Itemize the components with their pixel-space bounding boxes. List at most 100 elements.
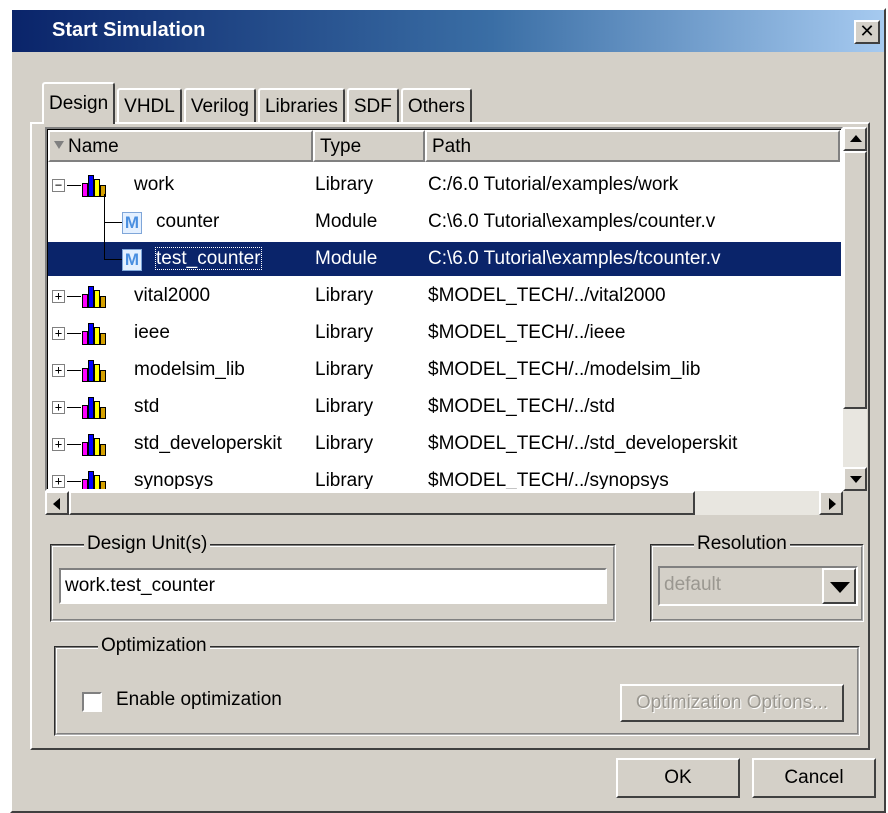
library-icon (82, 469, 108, 489)
resolution-legend: Resolution (694, 532, 790, 556)
tree-row-name-cell: ieee (134, 316, 170, 350)
tree-row-type: Library (315, 433, 374, 454)
design-units-legend: Design Unit(s) (84, 532, 211, 556)
design-tab-page: Name Type Path − work Library C:/6.0 Tutori… (30, 122, 870, 750)
horizontal-scroll-thumb[interactable] (69, 491, 695, 515)
tree-header: Name Type Path (48, 130, 840, 162)
chevron-down-icon (830, 582, 850, 593)
arrow-up-icon (850, 135, 862, 142)
expand-icon[interactable]: + (52, 475, 65, 488)
expand-icon[interactable]: + (52, 327, 65, 340)
tree-row-name-cell: work (134, 168, 174, 202)
tree-row[interactable]: Mtest_counter Module C:\6.0 Tutorial\examp… (48, 238, 841, 276)
column-header-path[interactable]: Path (425, 130, 840, 162)
expand-icon[interactable]: + (52, 364, 65, 377)
tree-row[interactable]: Mcounter Module C:\6.0 Tutorial\examples/c… (48, 205, 841, 239)
library-icon (82, 358, 108, 382)
tree-row-type: Library (315, 285, 374, 306)
tree-row-name: std_developerskit (134, 433, 282, 454)
tree-row-name: vital2000 (134, 285, 211, 306)
design-units-group: Design Unit(s) work.test_counter (50, 532, 616, 622)
tree-row-name-cell: vital2000 (134, 279, 210, 313)
tree-row-path: $MODEL_TECH/../synopsys (428, 470, 669, 489)
ok-button[interactable]: OK (616, 758, 740, 798)
tree-row-path: C:\6.0 Tutorial\examples/tcounter.v (428, 248, 721, 269)
close-icon: ✕ (859, 21, 875, 41)
tree-row-type: Module (315, 248, 378, 269)
tree-row-path: $MODEL_TECH/../ieee (428, 322, 626, 343)
dialog-title: Start Simulation (52, 19, 206, 41)
tree-row[interactable]: + vital2000 Library $MODEL_TECH/../vital200… (48, 279, 841, 313)
expand-icon[interactable]: + (52, 401, 65, 414)
scroll-left-button[interactable] (45, 491, 69, 515)
cancel-button[interactable]: Cancel (752, 758, 876, 798)
library-icon (82, 395, 108, 419)
tab-design[interactable]: Design (42, 82, 116, 124)
scroll-up-button[interactable] (843, 127, 867, 151)
tree-row-name: modelsim_lib (134, 359, 245, 380)
tree-row[interactable]: + modelsim_lib Library $MODEL_TECH/../model… (48, 353, 841, 387)
scroll-right-button[interactable] (819, 491, 843, 515)
vertical-scrollbar[interactable] (843, 127, 867, 491)
tree-row-path: $MODEL_TECH/../std (428, 396, 615, 417)
tab-sdf[interactable]: SDF (346, 88, 399, 124)
tree-row[interactable]: + ieee Library $MODEL_TECH/../ieee (48, 316, 841, 350)
tab-libraries[interactable]: Libraries (257, 88, 345, 124)
expand-icon[interactable]: + (52, 438, 65, 451)
tree-row-path: C:/6.0 Tutorial/examples/work (428, 174, 679, 195)
library-icon (82, 432, 108, 456)
optimization-options-button[interactable]: Optimization Options... (620, 684, 844, 722)
tree-row-path: $MODEL_TECH/../modelsim_lib (428, 359, 701, 380)
vertical-scroll-thumb[interactable] (843, 151, 867, 409)
tab-verilog[interactable]: Verilog (183, 88, 256, 124)
tree-row-name: std (134, 396, 160, 417)
tree-row-type: Library (315, 359, 374, 380)
scroll-down-button[interactable] (843, 467, 867, 491)
tab-strip: Design VHDL Verilog Libraries SDF Others (42, 80, 474, 124)
tab-vhdl[interactable]: VHDL (117, 88, 182, 124)
collapse-icon[interactable]: − (52, 179, 65, 192)
library-icon (82, 284, 108, 308)
expand-icon[interactable]: + (52, 290, 65, 303)
tree-row-name: work (134, 174, 175, 195)
column-header-name[interactable]: Name (48, 130, 313, 162)
optimization-group: Optimization Enable optimization Optimiz… (54, 634, 860, 736)
resolution-group: Resolution default (650, 532, 864, 622)
tree-row-path: $MODEL_TECH/../vital2000 (428, 285, 666, 306)
tree-row-name-cell: synopsys (134, 464, 213, 489)
close-button[interactable]: ✕ (854, 20, 880, 44)
resolution-value: default (664, 574, 722, 595)
module-icon: M (122, 249, 142, 271)
arrow-down-icon (850, 476, 862, 483)
tab-others[interactable]: Others (400, 88, 472, 124)
tree-row-name: counter (156, 211, 220, 232)
column-header-type[interactable]: Type (313, 130, 425, 162)
design-units-input[interactable]: work.test_counter (59, 568, 607, 604)
tree-row[interactable]: + synopsys Library $MODEL_TECH/../synopsys (48, 464, 841, 489)
resolution-dropdown-button[interactable] (822, 568, 856, 604)
start-simulation-dialog: Start Simulation ✕ Design VHDL Verilog L… (10, 8, 886, 813)
optimization-legend: Optimization (98, 634, 210, 658)
tree-row[interactable]: + std_developerskit Library $MODEL_TECH/../… (48, 427, 841, 461)
tree-row-type: Module (315, 211, 378, 232)
sort-arrow-icon (54, 141, 64, 149)
horizontal-scrollbar[interactable] (45, 491, 843, 515)
resolution-select[interactable]: default (658, 566, 858, 606)
arrow-left-icon (53, 498, 60, 510)
enable-optimization-checkbox[interactable] (82, 692, 102, 712)
tree-row[interactable]: + std Library $MODEL_TECH/../std (48, 390, 841, 424)
enable-optimization-label[interactable]: Enable optimization (116, 689, 282, 711)
design-tree[interactable]: Name Type Path − work Library C:/6.0 Tutori… (45, 127, 843, 491)
tree-row-type: Library (315, 322, 374, 343)
tree-row-path: C:\6.0 Tutorial\examples/counter.v (428, 211, 716, 232)
tree-row-type: Library (315, 470, 374, 489)
tree-row-type: Library (315, 174, 374, 195)
tree-row-name: test_counter (155, 247, 262, 270)
tree-row-name-cell: std (134, 390, 159, 424)
tree-row-type: Library (315, 396, 374, 417)
title-bar[interactable]: Start Simulation ✕ (12, 10, 884, 52)
tree-row-name-cell: std_developerskit (134, 427, 282, 461)
tree-row[interactable]: − work Library C:/6.0 Tutorial/examples/wor… (48, 168, 841, 202)
tree-row-name-cell: modelsim_lib (134, 353, 245, 387)
tree-row-name: ieee (134, 322, 170, 343)
